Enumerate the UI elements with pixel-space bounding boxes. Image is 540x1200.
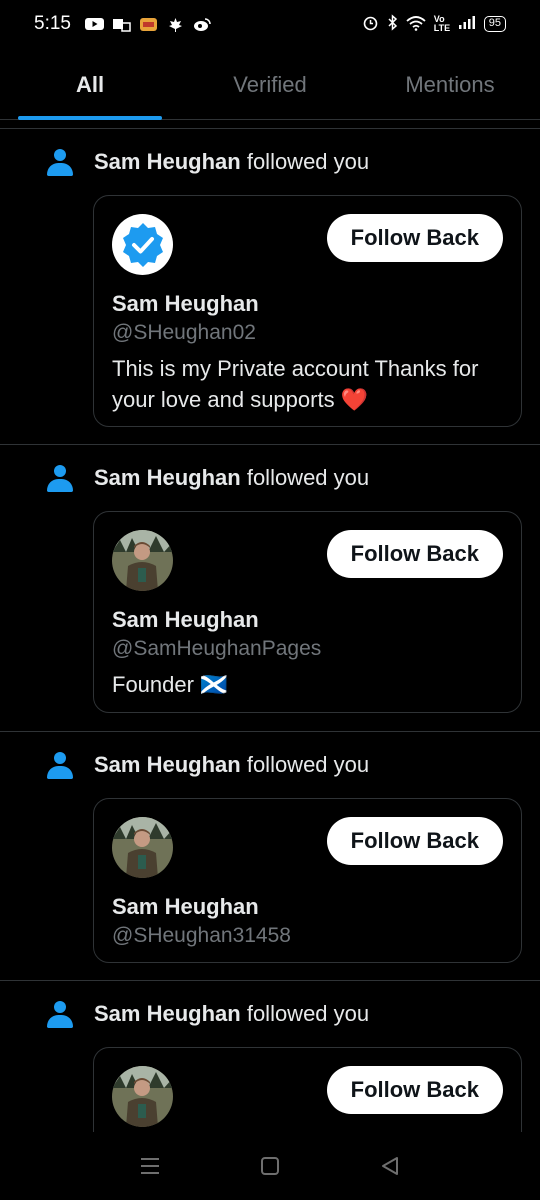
avatar[interactable] (112, 530, 173, 591)
shop-icon (139, 17, 158, 32)
status-bar: 5:15 Vo LTE 95 (0, 0, 540, 48)
notification-action: followed you (246, 465, 370, 490)
back-nav-button[interactable] (374, 1150, 406, 1182)
system-nav-bar (0, 1132, 540, 1200)
notification-header: Sam Heughan followed you (46, 147, 522, 177)
app-notification-icon (112, 17, 131, 32)
menu-nav-button[interactable] (134, 1150, 166, 1182)
tab-mentions[interactable]: Mentions (360, 58, 540, 119)
square-home-icon (261, 1157, 279, 1175)
notification-header: Sam Heughan followed you (46, 750, 522, 780)
follow-person-icon (46, 147, 74, 177)
follow-back-button[interactable]: Follow Back (326, 1066, 503, 1114)
actor-name[interactable]: Sam Heughan (94, 1001, 241, 1026)
follow-back-button[interactable]: Follow Back (326, 530, 503, 578)
user-name[interactable]: Sam Heughan (112, 894, 503, 920)
profile-photo (112, 817, 173, 878)
signal-icon (458, 15, 476, 33)
notification-icons (84, 17, 212, 32)
notification-item[interactable]: Sam Heughan followed you Follow Back (0, 981, 540, 1132)
notification-text: Sam Heughan followed you (94, 465, 369, 491)
notification-action: followed you (246, 149, 370, 174)
tab-verified[interactable]: Verified (180, 58, 360, 119)
menu-icon (141, 1158, 159, 1174)
battery-indicator: 95 (483, 16, 506, 32)
tab-all[interactable]: All (0, 58, 180, 120)
user-card[interactable]: Follow Back (93, 1047, 522, 1132)
user-bio: This is my Private account Thanks for yo… (112, 356, 479, 412)
profile-photo (112, 530, 173, 591)
actor-name[interactable]: Sam Heughan (94, 149, 241, 174)
notification-text: Sam Heughan followed you (94, 1001, 369, 1027)
notification-item[interactable]: Sam Heughan followed you Follow Back Sam… (0, 732, 540, 981)
user-name[interactable]: Sam Heughan (112, 607, 503, 633)
notification-item[interactable]: Sam Heughan followed you Follow Back Sam… (0, 445, 540, 732)
weibo-icon (193, 17, 212, 32)
notification-item[interactable]: Sam Heughan followed you Follow Back Sam… (0, 129, 540, 445)
user-card[interactable]: Follow Back Sam Heughan @SamHeughanPages… (93, 511, 522, 713)
user-handle[interactable]: @SamHeughanPages (112, 637, 503, 661)
system-icons: Vo LTE 95 (362, 14, 506, 34)
actor-name[interactable]: Sam Heughan (94, 465, 241, 490)
notification-text: Sam Heughan followed you (94, 752, 369, 778)
profile-photo (112, 1066, 173, 1127)
follow-person-icon (46, 999, 74, 1029)
notification-header: Sam Heughan followed you (46, 999, 522, 1029)
notification-action: followed you (246, 752, 370, 777)
user-card[interactable]: Follow Back Sam Heughan @SHeughan02 This… (93, 195, 522, 427)
notification-text: Sam Heughan followed you (94, 149, 369, 175)
notification-action: followed you (246, 1001, 370, 1026)
follow-person-icon (46, 750, 74, 780)
notifications-feed[interactable]: Sam Heughan followed you Follow Back Sam… (0, 128, 540, 1132)
alarm-icon (362, 14, 379, 34)
avatar[interactable] (112, 1066, 173, 1127)
wifi-icon (406, 15, 426, 34)
actor-name[interactable]: Sam Heughan (94, 752, 241, 777)
user-name[interactable]: Sam Heughan (112, 291, 503, 317)
user-handle[interactable]: @SHeughan02 (112, 321, 503, 345)
follow-person-icon (46, 463, 74, 493)
maple-leaf-icon (166, 17, 185, 32)
avatar[interactable] (112, 817, 173, 878)
user-handle[interactable]: @SHeughan31458 (112, 924, 503, 948)
bluetooth-icon (387, 14, 398, 34)
notification-tabs: All Verified Mentions (0, 58, 540, 120)
avatar[interactable] (112, 214, 173, 275)
verified-badge-icon (122, 222, 163, 267)
user-card[interactable]: Follow Back Sam Heughan @SHeughan31458 (93, 798, 522, 963)
user-bio: Founder 🏴󠁧󠁢󠁳󠁣󠁴󠁿 (112, 672, 228, 697)
back-triangle-icon (382, 1157, 398, 1175)
follow-back-button[interactable]: Follow Back (326, 817, 503, 865)
home-nav-button[interactable] (254, 1150, 286, 1182)
status-time: 5:15 (34, 13, 71, 34)
notification-header: Sam Heughan followed you (46, 463, 522, 493)
youtube-icon (84, 17, 104, 32)
volte-icon: Vo LTE (433, 14, 451, 33)
follow-back-button[interactable]: Follow Back (326, 214, 503, 262)
